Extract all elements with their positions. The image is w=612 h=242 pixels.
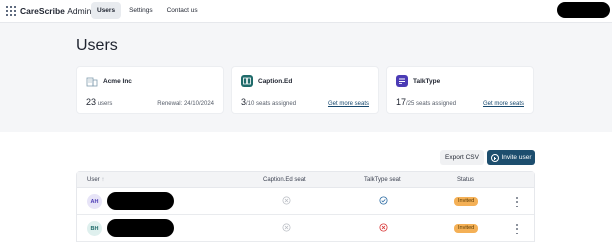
unassigned-circle-icon[interactable] (282, 196, 291, 205)
talktype-card: TalkType 17/25 seats assigned Get more s… (386, 66, 534, 114)
column-header-user[interactable]: User ↑ (87, 172, 104, 188)
caption-ed-seat-suffix: /10 seats assigned (246, 101, 297, 107)
brand-name-bold: CareScribe (20, 6, 65, 16)
caption-ed-logo (241, 75, 253, 87)
invite-user-button[interactable]: Invite user (487, 150, 535, 165)
nav-item-settings[interactable]: Settings (123, 2, 159, 19)
talktype-name: TalkType (413, 77, 441, 85)
invite-user-label: Invite user (501, 154, 532, 161)
avatar: AH (87, 194, 102, 209)
caption-ed-card: Caption.Ed 3/10 seats assigned Get more … (231, 66, 379, 114)
org-name: Acme Inc (103, 77, 132, 85)
avatar: BH (87, 221, 102, 236)
talktype-seats: 17/25 seats assigned (396, 97, 456, 107)
status-badge: Invited (454, 224, 479, 233)
status-badge: Invited (454, 197, 479, 206)
talktype-seat-suffix: /25 seats assigned (406, 101, 457, 107)
talktype-seat-count: 17 (396, 97, 407, 107)
user-count-value: 23 (86, 97, 97, 107)
check-circle-icon[interactable] (379, 196, 388, 205)
top-navigation-bar: CareScribe Admin Users Settings Contact … (0, 0, 612, 23)
app-grid-icon (6, 6, 16, 16)
talktype-logo (396, 75, 408, 87)
talktype-get-more-seats-link[interactable]: Get more seats (483, 101, 524, 107)
plus-circle-icon (490, 153, 499, 162)
user-count-suffix: users (97, 101, 113, 107)
row-actions-menu-icon[interactable] (515, 197, 519, 207)
page-title: Users (76, 37, 118, 54)
export-csv-button[interactable]: Export CSV (440, 150, 484, 165)
main-nav: Users Settings Contact us (91, 1, 206, 20)
unassigned-circle-icon[interactable] (282, 223, 291, 232)
brand-name-light: Admin (67, 6, 92, 16)
table-header: User ↑ Caption.Ed seat TalkType seat Sta… (77, 172, 534, 188)
column-header-talktype-seat: TalkType seat (364, 177, 401, 183)
column-header-user-label: User (87, 177, 100, 183)
renewal-date: Renewal: 24/10/2024 (157, 101, 214, 107)
table-row[interactable]: AH Invited (77, 188, 534, 215)
x-circle-icon[interactable] (379, 223, 388, 232)
user-name-redacted (107, 219, 174, 237)
caption-ed-get-more-seats-link[interactable]: Get more seats (328, 101, 369, 107)
org-summary-card: Acme Inc 23 users Renewal: 24/10/2024 (76, 66, 224, 114)
building-icon (86, 75, 98, 87)
users-table: User ↑ Caption.Ed seat TalkType seat Sta… (76, 171, 535, 242)
brand-name: CareScribe Admin (20, 6, 91, 16)
user-name-redacted (107, 192, 174, 210)
table-row[interactable]: BH Invited (77, 215, 534, 242)
sort-arrow-up-icon: ↑ (101, 177, 105, 183)
column-header-caption-ed-seat: Caption.Ed seat (263, 177, 306, 183)
row-actions-menu-icon[interactable] (515, 224, 519, 234)
nav-item-contact-us[interactable]: Contact us (161, 2, 204, 19)
column-header-status: Status (457, 177, 475, 183)
brand[interactable]: CareScribe Admin (6, 4, 91, 18)
caption-ed-seats: 3/10 seats assigned (241, 97, 296, 107)
nav-item-users[interactable]: Users (91, 2, 122, 19)
user-count: 23 users (86, 97, 112, 107)
caption-ed-name: Caption.Ed (258, 77, 293, 85)
user-profile-menu[interactable] (557, 2, 610, 18)
